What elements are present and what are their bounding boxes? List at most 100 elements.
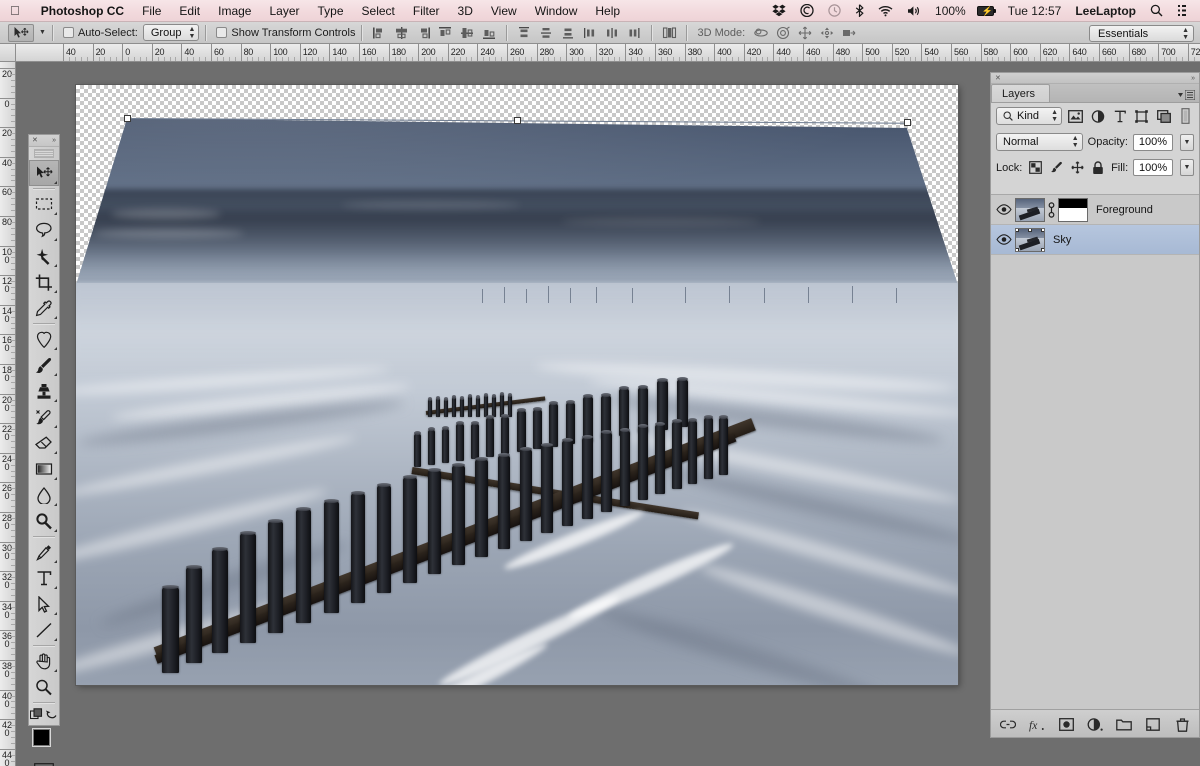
- crop-tool[interactable]: [29, 269, 59, 295]
- scale-3d-object-icon[interactable]: [839, 24, 859, 42]
- distribute-horizontal-centers-icon[interactable]: [603, 24, 621, 42]
- filter-smart-objects-icon[interactable]: [1155, 108, 1172, 125]
- tab-layers[interactable]: Layers: [991, 84, 1051, 102]
- add-layer-mask-icon[interactable]: [1058, 717, 1074, 733]
- line-tool[interactable]: [29, 617, 59, 643]
- menu-item-file[interactable]: File: [133, 0, 170, 22]
- layer-style-fx-icon[interactable]: fx: [1029, 717, 1045, 733]
- close-icon[interactable]: ✕: [32, 137, 38, 144]
- user-menu[interactable]: LeeLaptop: [1068, 0, 1143, 22]
- dodge-tool[interactable]: [29, 508, 59, 534]
- clone-stamp-tool[interactable]: [29, 378, 59, 404]
- layer-row-foreground[interactable]: Foreground: [991, 195, 1199, 225]
- bluetooth-icon[interactable]: [848, 4, 871, 17]
- show-transform-controls-checkbox[interactable]: [216, 27, 228, 38]
- menu-item-edit[interactable]: Edit: [170, 0, 209, 22]
- dropbox-icon[interactable]: [765, 4, 793, 17]
- distribute-bottom-edges-icon[interactable]: [559, 24, 577, 42]
- rectangular-marquee-tool[interactable]: [29, 191, 59, 217]
- lasso-tool[interactable]: [29, 217, 59, 243]
- lock-all-icon[interactable]: [1090, 160, 1106, 176]
- battery-icon[interactable]: ⚡: [973, 5, 1001, 16]
- clock[interactable]: Tue 12:57: [1001, 0, 1069, 22]
- wifi-icon[interactable]: [871, 5, 900, 17]
- brush-tool[interactable]: [29, 352, 59, 378]
- opacity-value[interactable]: 100%: [1133, 133, 1173, 151]
- distribute-top-edges-icon[interactable]: [515, 24, 533, 42]
- new-adjustment-layer-icon[interactable]: [1087, 717, 1103, 733]
- fill-slider-chevron-icon[interactable]: ▼: [1180, 159, 1194, 176]
- spot-healing-brush-tool[interactable]: [29, 326, 59, 352]
- menu-item-window[interactable]: Window: [526, 0, 587, 22]
- layer-row-sky[interactable]: Sky: [991, 225, 1199, 255]
- menu-item-help[interactable]: Help: [586, 0, 629, 22]
- apple-logo-icon[interactable]: : [10, 4, 20, 17]
- distribute-left-edges-icon[interactable]: [581, 24, 599, 42]
- layer-mask-thumbnail[interactable]: [1058, 197, 1088, 222]
- align-bottom-edges-icon[interactable]: [480, 24, 498, 42]
- panel-menu-icon[interactable]: [1178, 90, 1199, 102]
- collapse-icon[interactable]: »: [1191, 75, 1195, 82]
- eye-visibility-icon[interactable]: [993, 234, 1015, 245]
- foreground-color-swatch[interactable]: [33, 729, 50, 746]
- new-layer-icon[interactable]: [1145, 717, 1161, 733]
- vertical-ruler[interactable]: 20 0 20 40 60 80 100 120 140 160 180 200 220 240 260 28…: [0, 62, 16, 766]
- workspace-select[interactable]: Essentials ▲ ▼: [1089, 25, 1194, 42]
- tool-preset-chevron-icon[interactable]: ▼: [39, 29, 46, 36]
- notification-center-icon[interactable]: [1170, 4, 1194, 17]
- align-vertical-centers-icon[interactable]: [458, 24, 476, 42]
- align-left-edges-icon[interactable]: [370, 24, 388, 42]
- opacity-slider-chevron-icon[interactable]: ▼: [1180, 133, 1194, 151]
- path-selection-tool[interactable]: [29, 591, 59, 617]
- horizontal-type-tool[interactable]: [29, 565, 59, 591]
- eyedropper-tool[interactable]: [29, 295, 59, 321]
- link-layers-icon[interactable]: [1000, 717, 1016, 733]
- menu-item-type[interactable]: Type: [309, 0, 353, 22]
- filter-pixel-layers-icon[interactable]: [1067, 108, 1084, 125]
- time-machine-icon[interactable]: [821, 4, 848, 17]
- ruler-origin-corner[interactable]: [0, 44, 16, 62]
- distribute-right-edges-icon[interactable]: [625, 24, 643, 42]
- gradient-tool[interactable]: [29, 456, 59, 482]
- move-tool[interactable]: [29, 160, 59, 186]
- quick-mask-mode-icon[interactable]: [29, 759, 59, 766]
- lock-position-icon[interactable]: [1069, 160, 1085, 176]
- creative-cloud-icon[interactable]: [793, 4, 821, 17]
- history-brush-tool[interactable]: [29, 404, 59, 430]
- menu-item-photoshop[interactable]: Photoshop CC: [32, 0, 133, 22]
- layer-thumbnail[interactable]: [1015, 227, 1045, 252]
- tools-panel-grip[interactable]: [34, 149, 54, 158]
- rotate-view-icon[interactable]: [45, 708, 58, 723]
- align-top-edges-icon[interactable]: [436, 24, 454, 42]
- distribute-vertical-centers-icon[interactable]: [537, 24, 555, 42]
- edit-toolbar-icon[interactable]: [29, 707, 43, 723]
- collapse-icon[interactable]: »: [52, 137, 56, 144]
- pan-3d-object-icon[interactable]: [795, 24, 815, 42]
- close-icon[interactable]: ✕: [995, 75, 1001, 82]
- layer-name[interactable]: Foreground: [1096, 204, 1153, 216]
- move-tool-icon[interactable]: [8, 23, 34, 42]
- hand-tool[interactable]: [29, 648, 59, 674]
- menu-item-filter[interactable]: Filter: [404, 0, 449, 22]
- menu-item-image[interactable]: Image: [209, 0, 260, 22]
- zoom-tool[interactable]: [29, 674, 59, 700]
- auto-align-layers-icon[interactable]: [660, 24, 678, 42]
- filter-toggle-icon[interactable]: [1177, 108, 1194, 125]
- fill-value[interactable]: 100%: [1133, 159, 1174, 176]
- search-icon[interactable]: [1143, 4, 1170, 17]
- menu-item-view[interactable]: View: [482, 0, 526, 22]
- menu-item-select[interactable]: Select: [353, 0, 404, 22]
- align-horizontal-centers-icon[interactable]: [392, 24, 410, 42]
- slide-3d-object-icon[interactable]: [817, 24, 837, 42]
- document-image[interactable]: [76, 85, 958, 685]
- rotate-3d-object-icon[interactable]: [751, 24, 771, 42]
- lock-image-pixels-icon[interactable]: [1048, 160, 1064, 176]
- pen-tool[interactable]: [29, 539, 59, 565]
- layers-list[interactable]: Foreground Sky: [991, 194, 1199, 709]
- filter-type-layers-icon[interactable]: [1111, 108, 1128, 125]
- menu-item-3d[interactable]: 3D: [449, 0, 482, 22]
- quick-selection-tool[interactable]: [29, 243, 59, 269]
- horizontal-ruler[interactable]: 40 20 0 20 40 60 80 100 120 140 160 180 200 220 240 260…: [16, 44, 1200, 62]
- layer-name[interactable]: Sky: [1053, 234, 1071, 246]
- volume-icon[interactable]: [900, 5, 928, 17]
